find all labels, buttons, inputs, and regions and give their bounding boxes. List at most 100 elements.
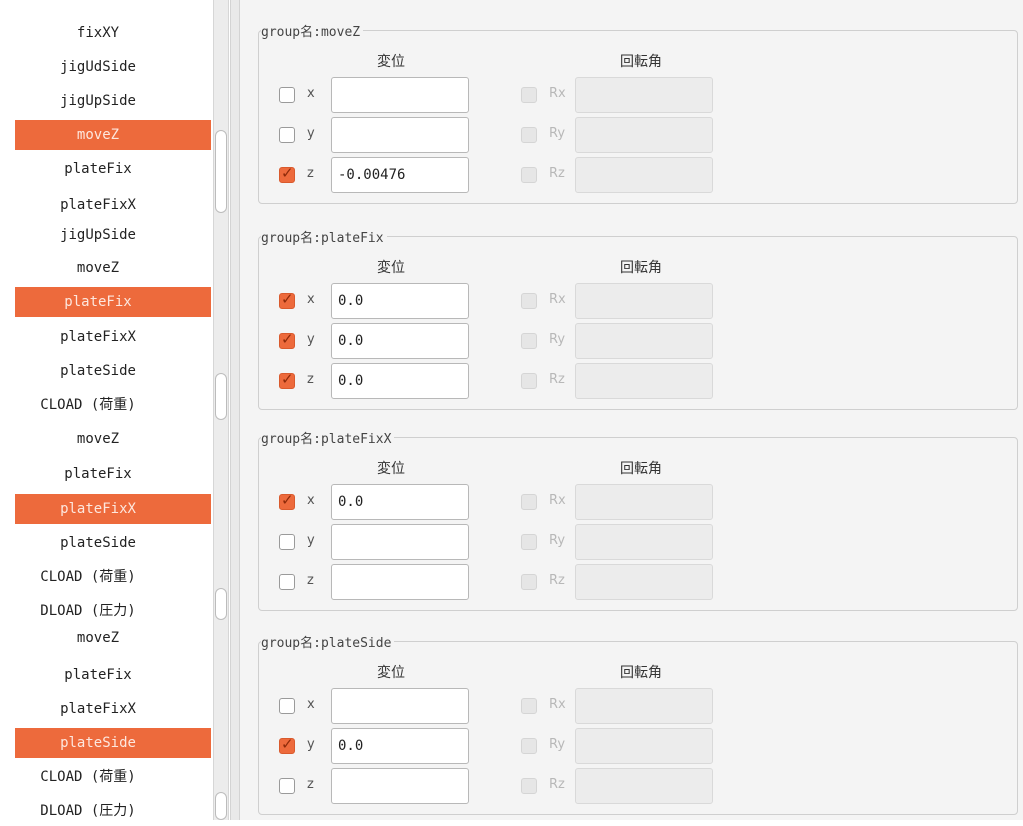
group-legend: group名:plateSide: [261, 632, 395, 651]
tree-item-selected[interactable]: plateFix: [15, 287, 211, 317]
x-displacement-field[interactable]: [331, 77, 469, 113]
tree-item[interactable]: jigUdSide: [15, 52, 211, 82]
rotation-header: 回転角: [620, 665, 662, 681]
scrollbar-track[interactable]: [213, 213, 229, 420]
y-checkbox[interactable]: [279, 735, 295, 754]
ry-checkbox: [521, 534, 537, 550]
tree-item-label: fixXY: [76, 25, 120, 41]
tree-item[interactable]: CLOAD (荷重): [15, 562, 211, 592]
rx-rotation-field: [575, 484, 713, 520]
tree-item-label: plateFix: [64, 667, 132, 683]
tree-item[interactable]: plateSide: [15, 528, 211, 558]
x-checkbox[interactable]: [279, 87, 295, 103]
rot-axis-label: Ry: [549, 126, 566, 141]
tree-item-label: jigUdSide: [60, 59, 136, 75]
x-displacement-field[interactable]: 0.0: [331, 484, 469, 520]
z-displacement-field[interactable]: 0.0: [331, 363, 469, 399]
y-checkbox[interactable]: [279, 127, 295, 143]
z-checkbox[interactable]: [279, 778, 295, 794]
axis-row-x: x Rx: [259, 77, 1019, 113]
rz-checkbox: [521, 778, 537, 794]
tree-item-label: CLOAD (荷重): [40, 397, 136, 413]
group-box-plateSide: group名:plateSide 変位 回転角 x Rx y 0.0 Ry z …: [258, 632, 1019, 815]
x-displacement-field[interactable]: [331, 688, 469, 724]
tree-item[interactable]: moveZ: [15, 424, 211, 454]
axis-row-z: z Rz: [259, 768, 1019, 804]
y-displacement-field[interactable]: 0.0: [331, 323, 469, 359]
tree-item[interactable]: moveZ: [15, 623, 211, 653]
axis-label: x: [307, 493, 315, 508]
scrollbar-track[interactable]: [213, 420, 229, 620]
rot-axis-label: Rx: [549, 493, 566, 508]
tree-item-selected[interactable]: plateFixX: [15, 494, 211, 524]
rot-axis-label: Rx: [549, 292, 566, 307]
tree-item-label: DLOAD (圧力): [40, 803, 136, 819]
z-displacement-field[interactable]: -0.00476: [331, 157, 469, 193]
tree-item[interactable]: plateFix: [15, 154, 211, 184]
rz-rotation-field: [575, 768, 713, 804]
scrollbar-thumb[interactable]: [215, 373, 227, 420]
x-checkbox[interactable]: [279, 290, 295, 309]
displacement-header: 変位: [377, 54, 405, 70]
tree-item[interactable]: jigUpSide: [15, 220, 211, 250]
tree-item[interactable]: plateFixX: [15, 694, 211, 724]
tree-item-selected[interactable]: plateSide: [15, 728, 211, 758]
tree-item[interactable]: plateFixX: [15, 322, 211, 352]
pane-divider[interactable]: [230, 0, 240, 820]
y-displacement-field[interactable]: [331, 117, 469, 153]
axis-row-y: y 0.0 Ry: [259, 323, 1019, 359]
rotation-header: 回転角: [620, 54, 662, 70]
rot-axis-label: Rx: [549, 697, 566, 712]
rx-checkbox: [521, 494, 537, 510]
axis-label: y: [307, 533, 315, 548]
tree-item[interactable]: plateFixX: [15, 190, 211, 220]
group-box-plateFixX: group名:plateFixX 変位 回転角 x 0.0 Rx y Ry z …: [258, 428, 1019, 611]
rotation-header: 回転角: [620, 260, 662, 276]
rx-checkbox: [521, 293, 537, 309]
scrollbar-thumb[interactable]: [215, 792, 227, 820]
axis-label: z: [307, 777, 314, 792]
z-checkbox[interactable]: [279, 370, 295, 389]
tree-item-selected[interactable]: moveZ: [15, 120, 211, 150]
axis-label: x: [307, 292, 315, 307]
tree-item[interactable]: plateFix: [15, 660, 211, 690]
tree-item-label: moveZ: [76, 630, 120, 646]
rx-checkbox: [521, 87, 537, 103]
ry-checkbox: [521, 127, 537, 143]
tree-item[interactable]: DLOAD (圧力): [15, 596, 211, 626]
tree-item[interactable]: CLOAD (荷重): [15, 390, 211, 420]
x-checkbox[interactable]: [279, 491, 295, 510]
tree-item-label: DLOAD (圧力): [40, 603, 136, 619]
x-displacement-field[interactable]: 0.0: [331, 283, 469, 319]
tree-item-label: jigUpSide: [60, 93, 136, 109]
tree-item-label: moveZ: [76, 260, 120, 276]
tree-item[interactable]: CLOAD (荷重): [15, 762, 211, 792]
scrollbar-track[interactable]: [213, 620, 229, 820]
y-displacement-field[interactable]: 0.0: [331, 728, 469, 764]
y-checkbox[interactable]: [279, 330, 295, 349]
z-displacement-field[interactable]: [331, 768, 469, 804]
tree-item[interactable]: plateSide: [15, 356, 211, 386]
tree-item[interactable]: plateFix: [15, 459, 211, 489]
tree-item[interactable]: DLOAD (圧力): [15, 796, 211, 826]
x-checkbox[interactable]: [279, 698, 295, 714]
tree-item-label: plateFixX: [60, 701, 136, 717]
tree-item[interactable]: jigUpSide: [15, 86, 211, 116]
z-checkbox[interactable]: [279, 574, 295, 590]
rot-axis-label: Rx: [549, 86, 566, 101]
y-checkbox[interactable]: [279, 534, 295, 550]
tree-item[interactable]: fixXY: [15, 18, 211, 48]
rot-axis-label: Ry: [549, 332, 566, 347]
z-displacement-field[interactable]: [331, 564, 469, 600]
tree-item-label: plateFixX: [60, 329, 136, 345]
tree-item[interactable]: moveZ: [15, 253, 211, 283]
scrollbar-thumb[interactable]: [215, 588, 227, 620]
scrollbar-track[interactable]: [213, 0, 229, 213]
ry-rotation-field: [575, 323, 713, 359]
z-checkbox[interactable]: [279, 164, 295, 183]
axis-label: z: [307, 372, 314, 387]
axis-row-x: x 0.0 Rx: [259, 484, 1019, 520]
axis-label: z: [307, 573, 314, 588]
y-displacement-field[interactable]: [331, 524, 469, 560]
scrollbar-thumb[interactable]: [215, 130, 227, 213]
